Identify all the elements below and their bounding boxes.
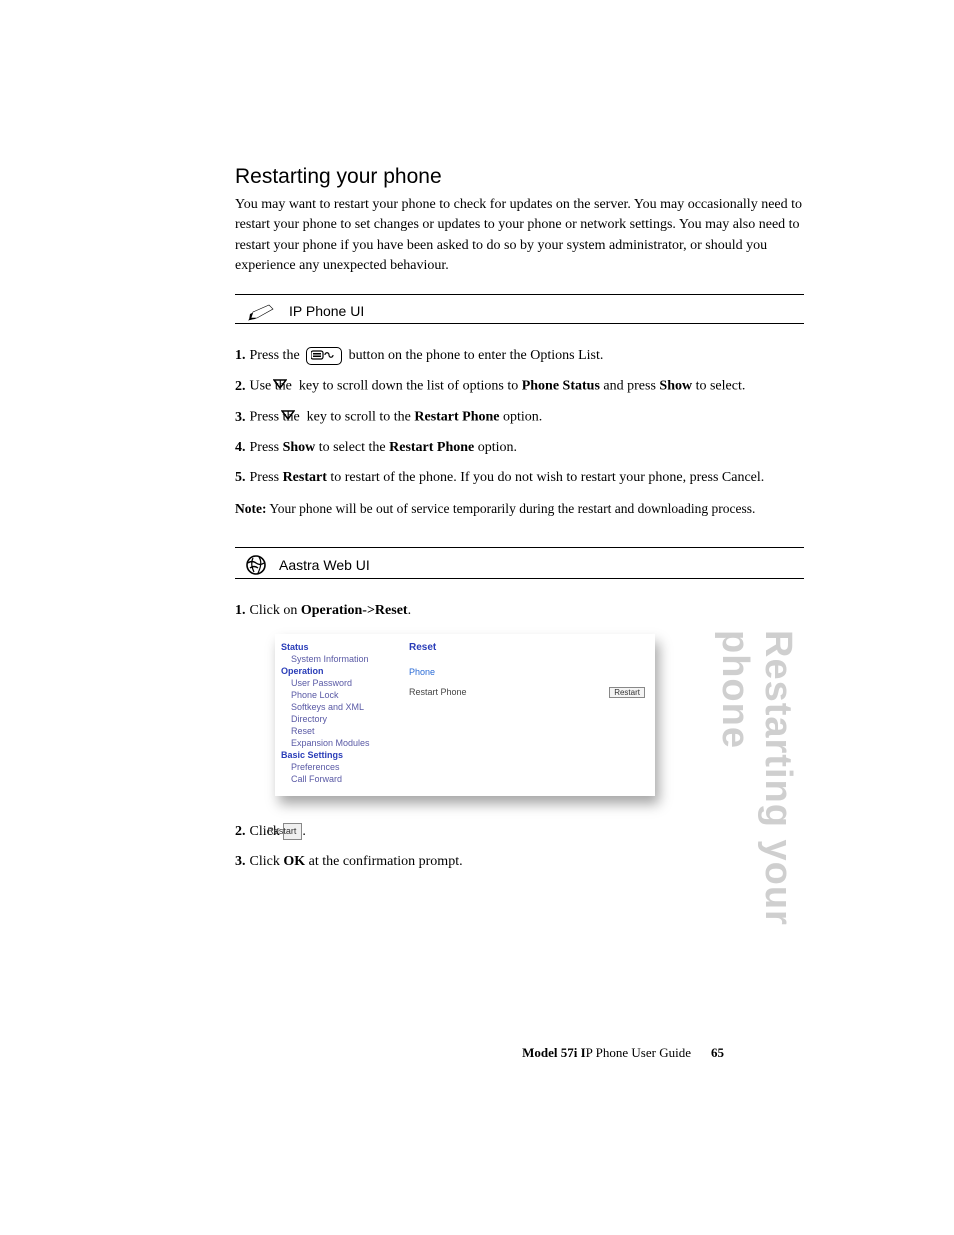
sidebar-header-operation: Operation (281, 666, 399, 676)
text: key to scroll down the list of options t… (295, 379, 521, 394)
text-bold: Restart Phone (414, 410, 499, 425)
text: Press the (250, 348, 304, 363)
page-title: Restarting your phone (235, 165, 804, 189)
sidebar-item-directory[interactable]: Directory (291, 714, 399, 724)
side-section-title: Restarting your phone (713, 630, 799, 944)
screenshot-main: Reset Phone Restart Phone Restart (403, 634, 655, 796)
text: Press (250, 470, 283, 485)
sidebar-item-call-forward[interactable]: Call Forward (291, 774, 399, 784)
text: . (302, 824, 306, 839)
sidebar-item-system-information[interactable]: System Information (291, 654, 399, 664)
ip-phone-ui-label: IP Phone UI (289, 303, 364, 319)
text-bold: Restart (283, 470, 327, 485)
text: Click (250, 854, 284, 869)
sidebar-header-status: Status (281, 642, 399, 652)
text-bold: Phone Status (522, 379, 600, 394)
text: key to scroll to the (303, 410, 414, 425)
globe-icon (245, 554, 267, 576)
text: to select. (692, 379, 745, 394)
restart-button-inline-icon: Restart (283, 823, 302, 840)
text-bold: Show (659, 379, 692, 394)
divider (235, 578, 804, 579)
text: Press (250, 440, 283, 455)
web-step-1: 1.Click on Operation->Reset. (235, 601, 804, 621)
footer-page-number: 65 (711, 1045, 724, 1060)
web-ui-steps: 1.Click on Operation->Reset. (235, 601, 804, 621)
ip-phone-ui-header: IP Phone UI (235, 295, 804, 323)
footer-model: Model 57i I (522, 1045, 586, 1060)
screenshot-title: Reset (409, 642, 645, 653)
sidebar-header-basic-settings: Basic Settings (281, 750, 399, 760)
text-bold: Show (283, 440, 316, 455)
intro-paragraph: You may want to restart your phone to ch… (235, 195, 804, 276)
screenshot-subtitle: Phone (409, 667, 645, 677)
text: button on the phone to enter the Options… (345, 348, 603, 363)
sidebar-item-reset[interactable]: Reset (291, 726, 399, 736)
options-button-icon (306, 347, 342, 365)
sidebar-item-user-password[interactable]: User Password (291, 678, 399, 688)
text: Click on (250, 603, 301, 618)
footer-guide: P Phone User Guide (586, 1045, 691, 1060)
text: option. (474, 440, 517, 455)
screenshot-sidebar: Status System Information Operation User… (275, 634, 403, 796)
restart-phone-label: Restart Phone (409, 687, 467, 697)
sidebar-item-phone-lock[interactable]: Phone Lock (291, 690, 399, 700)
ip-phone-steps: 1.Press the button on the phone to enter… (235, 346, 804, 488)
page-footer: Model 57i IP Phone User Guide 65 (522, 1045, 724, 1061)
step-1: 1.Press the button on the phone to enter… (235, 346, 804, 366)
step-2: 2.Use the key to scroll down the list of… (235, 376, 804, 397)
web-ui-label: Aastra Web UI (279, 557, 370, 573)
text-bold: Operation->Reset (301, 603, 408, 618)
text-bold: Restart Phone (389, 440, 474, 455)
divider (235, 323, 804, 324)
text: at the confirmation prompt. (305, 854, 462, 869)
text: to restart of the phone. If you do not w… (327, 470, 764, 485)
text: option. (500, 410, 543, 425)
screenshot-restart-row: Restart Phone Restart (409, 687, 645, 698)
sidebar-item-softkeys-xml[interactable]: Softkeys and XML (291, 702, 399, 712)
note: Note: Your phone will be out of service … (235, 500, 804, 519)
web-ui-header: Aastra Web UI (235, 548, 804, 578)
restart-button[interactable]: Restart (609, 687, 645, 698)
text: and press (600, 379, 660, 394)
note-text: Your phone will be out of service tempor… (266, 501, 755, 516)
ip-phone-icon (245, 301, 277, 321)
sidebar-item-preferences[interactable]: Preferences (291, 762, 399, 772)
text: to select the (315, 440, 389, 455)
sidebar-item-expansion-modules[interactable]: Expansion Modules (291, 738, 399, 748)
step-3: 3.Press the key to scroll to the Restart… (235, 407, 804, 428)
note-label: Note: (235, 501, 266, 516)
step-5: 5.Press Restart to restart of the phone.… (235, 468, 804, 488)
text: . (408, 603, 412, 618)
step-4: 4.Press Show to select the Restart Phone… (235, 438, 804, 458)
text-bold: OK (283, 854, 305, 869)
